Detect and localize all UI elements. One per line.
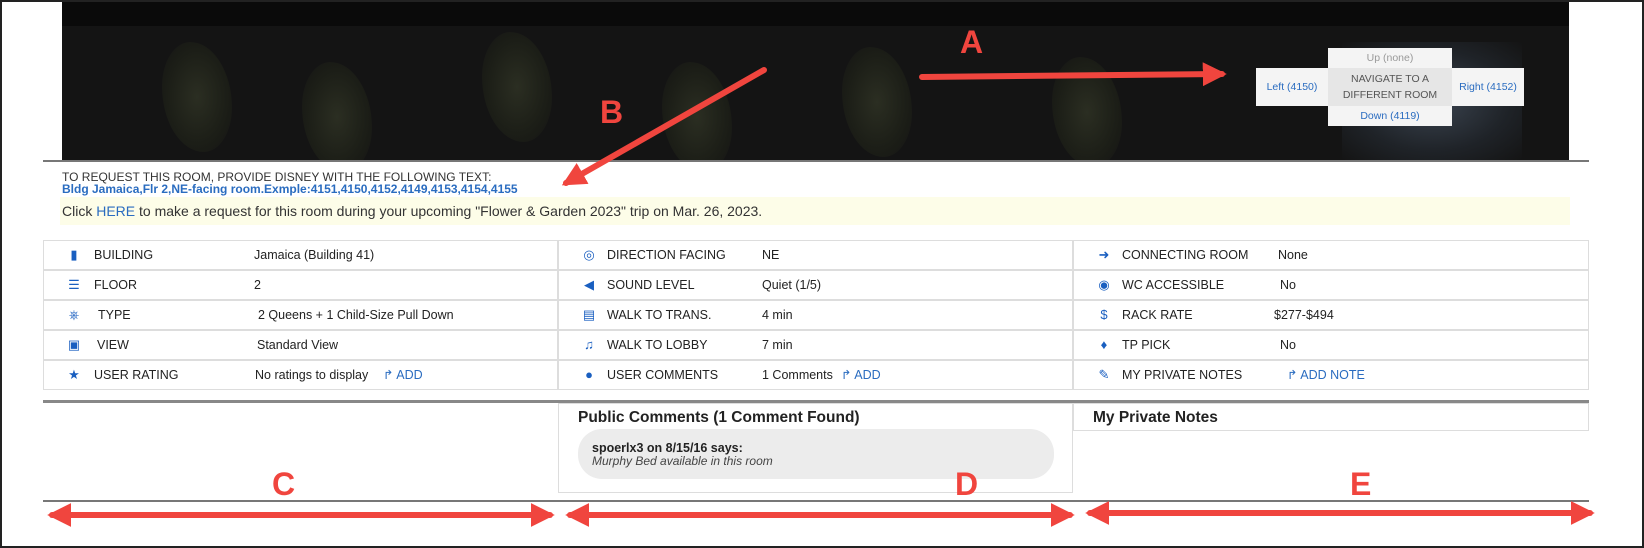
arrow-b	[561, 67, 767, 186]
annotation-label-c: C	[272, 466, 296, 502]
annotation-label-e: E	[1350, 466, 1372, 502]
annotation-arrows	[47, 62, 1595, 527]
annotation-label-d: D	[955, 466, 979, 502]
arrow-a	[919, 62, 1227, 87]
annotation-label-b: B	[600, 94, 624, 130]
annotation-label-a: A	[960, 24, 984, 60]
